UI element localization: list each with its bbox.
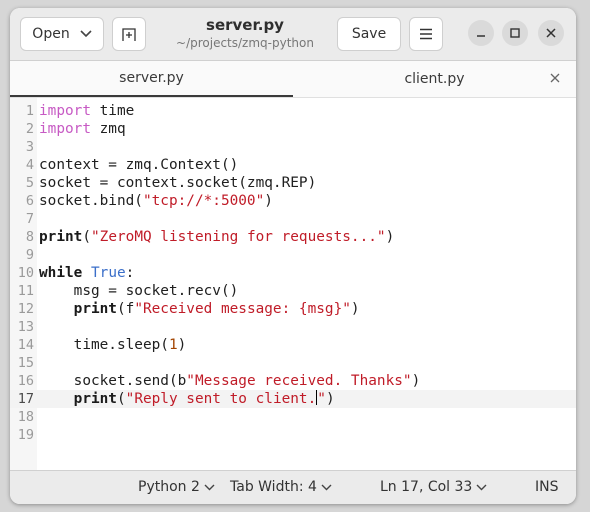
line-number: 3 (25, 139, 34, 155)
code-line[interactable]: 10 while True: (10, 264, 576, 282)
line-number: 13 (17, 319, 34, 335)
chevron-down-icon (476, 484, 487, 490)
maximize-icon (510, 28, 520, 38)
chevron-down-icon (80, 30, 92, 38)
line-number: 17 (17, 391, 34, 407)
code-text: import time (39, 103, 135, 119)
code-line[interactable]: 17 print("Reply sent to client.") (10, 390, 576, 408)
code-text: while True: (39, 265, 135, 281)
line-number: 2 (25, 121, 34, 137)
close-tab-icon[interactable] (548, 71, 562, 85)
line-number: 10 (17, 265, 34, 281)
tab-label: client.py (404, 71, 465, 87)
code-text: import zmq (39, 121, 126, 137)
language-selector[interactable]: Python 2 (138, 479, 215, 495)
window-title-area: server.py ~/projects/zmq-python (160, 16, 330, 51)
code-line[interactable]: 3 (10, 138, 576, 156)
editor-window: Open server.py ~/projects/zmq-python Sav… (10, 8, 576, 504)
line-number: 9 (25, 247, 34, 263)
minimize-button[interactable] (468, 20, 494, 46)
code-line[interactable]: 19 (10, 426, 576, 444)
code-text: time.sleep(1) (39, 337, 187, 353)
code-text: msg = socket.recv() (39, 283, 239, 299)
line-number: 5 (25, 175, 34, 191)
close-icon (546, 28, 556, 38)
code-line[interactable]: 1 import time (10, 102, 576, 120)
chevron-down-icon (204, 484, 215, 490)
status-bar: Python 2 Tab Width: 4 Ln 17, Col 33 INS (10, 470, 576, 504)
header-bar: Open server.py ~/projects/zmq-python Sav… (10, 8, 576, 61)
tab-width-label: Tab Width: 4 (230, 479, 317, 495)
code-line[interactable]: 16 socket.send(b"Message received. Thank… (10, 372, 576, 390)
hamburger-icon (420, 28, 432, 40)
line-number: 19 (17, 427, 34, 443)
code-text: context = zmq.Context() (39, 157, 239, 173)
code-line[interactable]: 14 time.sleep(1) (10, 336, 576, 354)
maximize-button[interactable] (502, 20, 528, 46)
code-line[interactable]: 9 (10, 246, 576, 264)
code-line[interactable]: 15 (10, 354, 576, 372)
line-number: 15 (17, 355, 34, 371)
code-line[interactable]: 7 (10, 210, 576, 228)
line-number: 7 (25, 211, 34, 227)
save-button[interactable]: Save (337, 17, 401, 51)
new-tab-icon (122, 28, 136, 41)
insert-mode-indicator[interactable]: INS (535, 479, 559, 495)
line-number: 12 (17, 301, 34, 317)
tab-server-py[interactable]: server.py (10, 61, 293, 97)
cursor-position[interactable]: Ln 17, Col 33 (380, 479, 487, 495)
line-number: 8 (25, 229, 34, 245)
insert-mode-label: INS (535, 479, 559, 495)
minimize-icon (477, 35, 485, 37)
tab-client-py[interactable]: client.py (293, 61, 576, 97)
chevron-down-icon (321, 484, 332, 490)
tab-width-selector[interactable]: Tab Width: 4 (230, 479, 332, 495)
language-label: Python 2 (138, 479, 200, 495)
code-text: socket.bind("tcp://*:5000") (39, 193, 273, 209)
new-tab-button[interactable] (112, 17, 146, 51)
code-line[interactable]: 13 (10, 318, 576, 336)
code-line[interactable]: 11 msg = socket.recv() (10, 282, 576, 300)
line-number: 6 (25, 193, 34, 209)
tab-label: server.py (119, 70, 184, 86)
line-number: 4 (25, 157, 34, 173)
document-path: ~/projects/zmq-python (176, 36, 314, 50)
line-number: 18 (17, 409, 34, 425)
close-button[interactable] (538, 20, 564, 46)
text-cursor (316, 390, 318, 405)
code-line[interactable]: 2 import zmq (10, 120, 576, 138)
tab-bar: server.py client.py (10, 61, 576, 98)
cursor-position-label: Ln 17, Col 33 (380, 479, 473, 495)
code-editor[interactable]: 1 import time 2 import zmq 3 4 context = zmq.C… (10, 98, 576, 470)
code-text: socket = context.socket(zmq.REP) (39, 175, 317, 191)
open-button[interactable]: Open (20, 17, 104, 51)
code-line[interactable]: 4 context = zmq.Context() (10, 156, 576, 174)
menu-button[interactable] (409, 17, 443, 51)
code-text: print("ZeroMQ listening for requests..."… (39, 229, 395, 245)
line-number: 16 (17, 373, 34, 389)
line-number: 14 (17, 337, 34, 353)
code-text: print(f"Received message: {msg}") (73, 301, 360, 317)
line-number: 11 (17, 283, 34, 299)
code-text: print("Reply sent to client.") (73, 390, 335, 407)
code-line[interactable]: 6 socket.bind("tcp://*:5000") (10, 192, 576, 210)
document-title: server.py (206, 16, 284, 34)
code-text: socket.send(b"Message received. Thanks") (39, 373, 421, 389)
code-line[interactable]: 5 socket = context.socket(zmq.REP) (10, 174, 576, 192)
code-line[interactable]: 12 print(f"Received message: {msg}") (10, 300, 576, 318)
code-line[interactable]: 8 print("ZeroMQ listening for requests...… (10, 228, 576, 246)
code-line[interactable]: 18 (10, 408, 576, 426)
open-button-label: Open (32, 26, 70, 42)
line-number: 1 (25, 103, 34, 119)
